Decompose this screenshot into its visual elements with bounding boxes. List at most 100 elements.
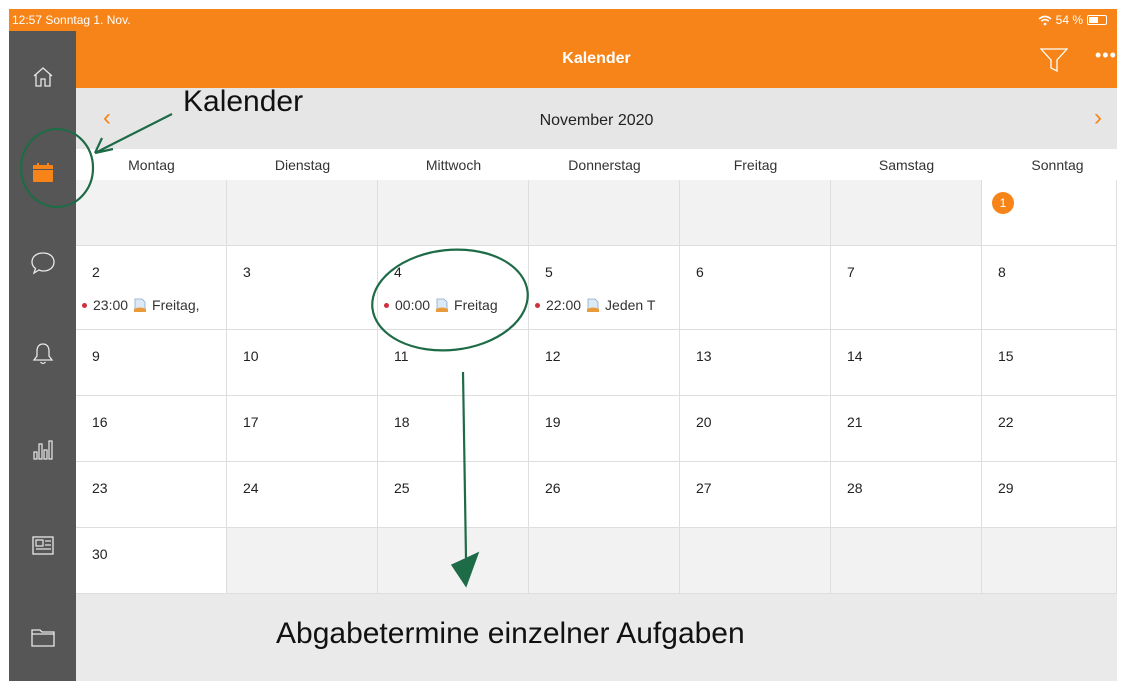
day-cell[interactable]: 6 — [680, 246, 831, 330]
event-item[interactable]: 22:00 Jeden T — [535, 296, 677, 314]
day-cell[interactable]: 20 — [680, 396, 831, 462]
empty-day-cell — [680, 180, 831, 246]
day-number: 22 — [998, 414, 1014, 430]
news-icon — [31, 536, 54, 555]
day-number: 23 — [92, 480, 108, 496]
empty-day-cell — [831, 180, 982, 246]
day-number: 6 — [696, 264, 704, 280]
day-cell[interactable]: 18 — [378, 396, 529, 462]
day-number: 9 — [92, 348, 100, 364]
app-frame: 12:57 Sonntag 1. Nov. 54 % Kalender ••• … — [9, 9, 1117, 681]
sidebar — [9, 31, 76, 681]
calendar-icon — [32, 163, 53, 182]
event-title: Freitag, — [152, 297, 200, 313]
day-cell[interactable]: 17 — [227, 396, 378, 462]
day-number: 30 — [92, 546, 108, 562]
sidebar-item-calendar[interactable] — [9, 153, 76, 193]
day-cell[interactable]: 13 — [680, 330, 831, 396]
weekday-label: Sonntag — [1031, 157, 1084, 173]
empty-day-cell — [227, 528, 378, 594]
day-cell-today[interactable]: 1 — [982, 180, 1117, 246]
sidebar-item-statistics[interactable] — [9, 429, 76, 469]
weekday-label: Mittwoch — [425, 157, 482, 173]
day-cell[interactable]: 10 — [227, 330, 378, 396]
sidebar-item-files[interactable] — [9, 617, 76, 657]
day-cell[interactable]: 4 00:00 Freitag — [378, 246, 529, 330]
more-icon[interactable]: ••• — [1095, 45, 1117, 66]
status-bar: 12:57 Sonntag 1. Nov. 54 % — [9, 9, 1117, 31]
day-cell[interactable]: 26 — [529, 462, 680, 528]
event-dot — [82, 302, 87, 308]
event-time: 22:00 — [546, 297, 582, 313]
event-time: 23:00 — [93, 297, 129, 313]
day-number: 29 — [998, 480, 1014, 496]
day-number: 18 — [394, 414, 410, 430]
day-number: 13 — [696, 348, 712, 364]
day-number: 8 — [998, 264, 1006, 280]
day-cell[interactable]: 25 — [378, 462, 529, 528]
weekday-label: Samstag — [878, 157, 935, 173]
day-cell[interactable]: 5 22:00 Jeden T — [529, 246, 680, 330]
day-cell[interactable]: 2 23:00 Freitag, — [76, 246, 227, 330]
sidebar-item-notifications[interactable] — [9, 334, 76, 374]
day-cell[interactable]: 19 — [529, 396, 680, 462]
day-cell[interactable]: 24 — [227, 462, 378, 528]
day-cell[interactable]: 30 — [76, 528, 227, 594]
filter-icon[interactable] — [1040, 47, 1068, 73]
day-cell[interactable]: 23 — [76, 462, 227, 528]
sidebar-item-home[interactable] — [9, 57, 76, 97]
day-number: 5 — [545, 264, 553, 280]
event-dot — [384, 302, 389, 308]
day-cell[interactable]: 9 — [76, 330, 227, 396]
day-number: 20 — [696, 414, 712, 430]
chevron-right-icon[interactable]: › — [1094, 104, 1102, 132]
day-number: 11 — [394, 348, 409, 364]
day-number: 16 — [92, 414, 108, 430]
day-cell[interactable]: 12 — [529, 330, 680, 396]
sidebar-item-messages[interactable] — [9, 243, 76, 283]
month-grid: 1 2 23:00 Freitag, 3 4 00:00 Freitag 5 2… — [76, 180, 1117, 594]
empty-day-cell — [378, 180, 529, 246]
day-cell[interactable]: 7 — [831, 246, 982, 330]
battery-percent: 54 % — [1055, 13, 1083, 27]
day-number: 25 — [394, 480, 410, 496]
day-cell[interactable]: 3 — [227, 246, 378, 330]
day-number: 26 — [545, 480, 561, 496]
document-icon — [587, 298, 600, 312]
day-cell[interactable]: 14 — [831, 330, 982, 396]
bottom-area: Abgabetermine einzelner Aufgaben — [76, 594, 1117, 681]
day-cell[interactable]: 27 — [680, 462, 831, 528]
document-icon — [134, 298, 147, 312]
event-item[interactable]: 23:00 Freitag, — [82, 296, 224, 314]
bell-icon — [32, 343, 53, 365]
folder-icon — [30, 629, 55, 647]
page-title: Kalender — [562, 50, 631, 67]
event-dot — [535, 302, 540, 308]
day-number: 12 — [545, 348, 561, 364]
event-time: 00:00 — [395, 297, 431, 313]
day-cell[interactable]: 28 — [831, 462, 982, 528]
day-cell[interactable]: 16 — [76, 396, 227, 462]
day-number: 24 — [243, 480, 259, 496]
day-number: 17 — [243, 414, 259, 430]
day-cell[interactable]: 8 — [982, 246, 1117, 330]
empty-day-cell — [982, 528, 1117, 594]
day-number: 28 — [847, 480, 863, 496]
empty-day-cell — [227, 180, 378, 246]
day-cell[interactable]: 29 — [982, 462, 1117, 528]
day-cell[interactable]: 15 — [982, 330, 1117, 396]
day-number: 14 — [847, 348, 863, 364]
status-time: 12:57 Sonntag 1. Nov. — [12, 13, 131, 27]
weekday-label: Freitag — [733, 157, 778, 173]
empty-day-cell — [378, 528, 529, 594]
event-item[interactable]: 00:00 Freitag — [384, 296, 526, 314]
day-cell[interactable]: 11 — [378, 330, 529, 396]
day-cell[interactable]: 21 — [831, 396, 982, 462]
empty-day-cell — [831, 528, 982, 594]
empty-day-cell — [529, 180, 680, 246]
weekday-label: Montag — [128, 157, 175, 173]
annotation-top: Kalender — [183, 85, 304, 118]
sidebar-item-news[interactable] — [9, 526, 76, 566]
day-cell[interactable]: 22 — [982, 396, 1117, 462]
day-number: 2 — [92, 264, 100, 280]
